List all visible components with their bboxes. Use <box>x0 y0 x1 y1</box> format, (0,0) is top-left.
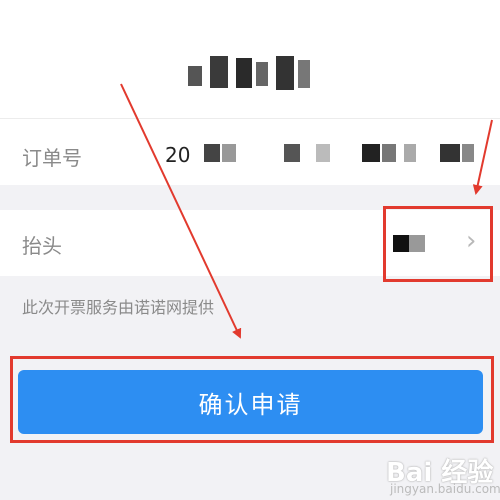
annotation-arrow-to-title <box>472 119 493 195</box>
annotation-arrow-to-button <box>120 83 242 339</box>
watermark-url: jingyan.baidu.com <box>390 482 500 496</box>
annotation-arrows <box>120 83 493 339</box>
